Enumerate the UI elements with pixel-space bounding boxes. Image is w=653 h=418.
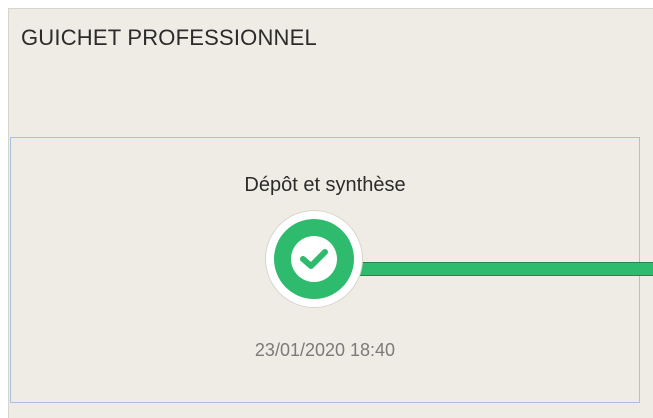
- status-circle: [274, 219, 354, 299]
- step-date: 23/01/2020 18:40: [254, 340, 396, 360]
- step-status-indicator: [266, 211, 362, 307]
- panel-title: GUICHET PROFESSIONNEL: [21, 25, 317, 50]
- progress-line: [356, 262, 653, 276]
- step-label: Dépôt et synthèse: [244, 174, 406, 196]
- check-mark-svg: [300, 249, 328, 269]
- check-icon: [291, 236, 337, 282]
